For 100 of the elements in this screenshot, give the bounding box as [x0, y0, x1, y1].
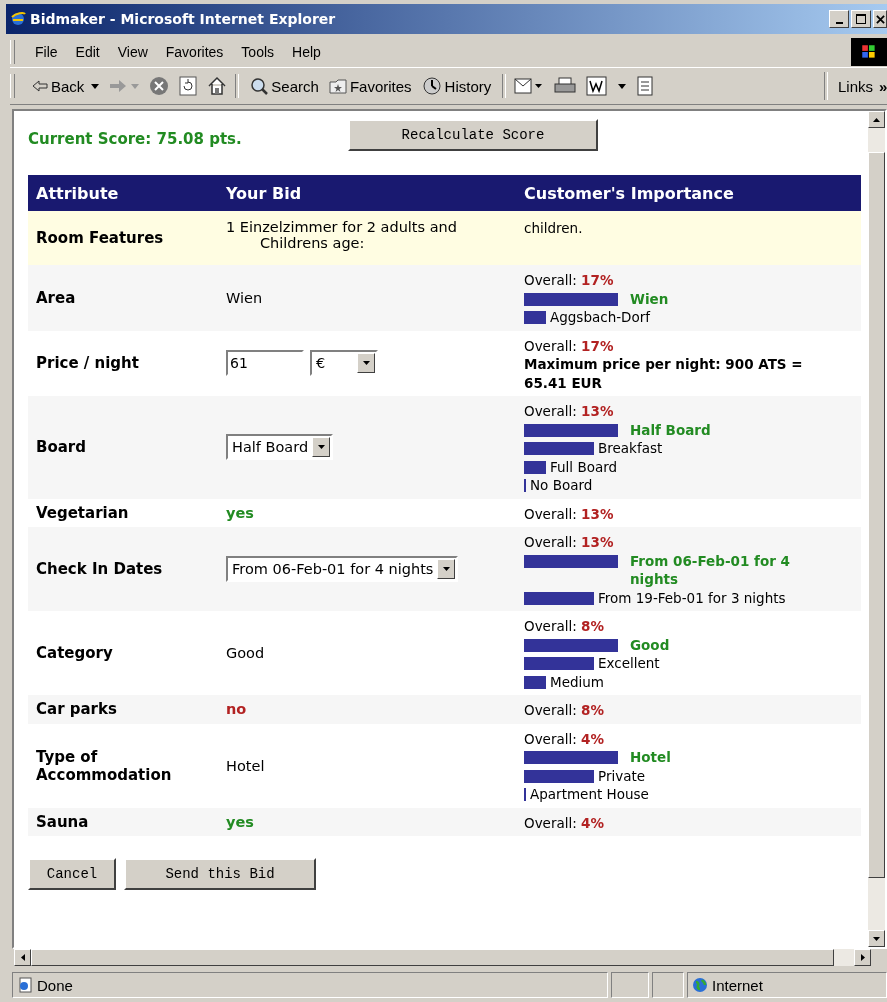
refresh-icon[interactable]: [179, 76, 198, 96]
star-folder-icon: [328, 78, 347, 94]
close-button[interactable]: [873, 10, 887, 28]
option-label: Aggsbach-Dorf: [550, 308, 651, 327]
search-icon: [250, 77, 269, 95]
globe-icon: [692, 977, 708, 993]
attribute-label: Vegetarian: [36, 503, 129, 522]
mail-icon[interactable]: [514, 76, 545, 96]
column-header: Customer's Importance: [516, 175, 861, 211]
bid-value: Good: [226, 645, 265, 661]
attribute-label: Category: [36, 644, 113, 662]
option-label: Apartment House: [530, 785, 649, 804]
menu-item[interactable]: Edit: [67, 44, 108, 60]
option-label: Excellent: [598, 654, 660, 673]
menu-item[interactable]: Tools: [233, 44, 283, 60]
back-button[interactable]: Back: [29, 77, 88, 95]
option-label: Hotel: [630, 748, 671, 767]
dropdown-arrow-icon: [362, 361, 370, 366]
bid-value: Hotel: [226, 757, 265, 774]
stop-icon[interactable]: [149, 76, 170, 96]
page-icon: [17, 977, 33, 993]
toolbar-button[interactable]: History: [418, 77, 495, 95]
bid-select[interactable]: From 06-Feb-01 for 4 nights: [226, 556, 459, 582]
printer-icon[interactable]: [554, 76, 577, 96]
send-bid-button[interactable]: Send this Bid: [124, 858, 316, 890]
horizontal-scrollbar[interactable]: [14, 949, 871, 966]
bid-text: 1 Einzelzimmer for 2 adults and: [226, 219, 458, 235]
recalculate-button[interactable]: Recalculate Score: [348, 119, 598, 151]
option-label: From 19-Feb-01 for 3 nights: [598, 588, 786, 607]
window-title: Bidmaker - Microsoft Internet Explorer: [30, 11, 337, 27]
overall-importance: Overall: 4%: [524, 813, 605, 832]
attribute-label: Car parks: [36, 700, 117, 719]
bid-text: Childrens age:: [259, 235, 366, 251]
scroll-right-icon[interactable]: [860, 954, 865, 961]
notepad-icon[interactable]: [636, 76, 655, 96]
bid-value: no: [226, 701, 247, 718]
option-label: Good: [630, 635, 670, 654]
toolbar-button[interactable]: Search: [247, 77, 322, 95]
bid-value: yes: [226, 504, 254, 521]
currency-select[interactable]: €: [310, 350, 378, 377]
close-icon: [876, 14, 885, 24]
overall-importance: Overall: 17%: [524, 271, 615, 290]
importance-bar: [524, 460, 546, 474]
attribute-label: Room Features: [36, 229, 164, 247]
dropdown-arrow-icon[interactable]: [91, 83, 100, 89]
overall-importance: Overall: 8%: [524, 701, 605, 720]
importance-bar: [524, 591, 594, 605]
status-panel: [611, 972, 649, 998]
windows-logo-icon: [851, 38, 887, 66]
price-input[interactable]: 61: [226, 350, 304, 377]
importance-bar: [524, 442, 594, 455]
browser-logo-icon: [10, 11, 26, 27]
vertical-scrollbar[interactable]: [868, 111, 885, 947]
links-button[interactable]: Links: [835, 77, 875, 95]
menu-item[interactable]: Favorites: [157, 44, 232, 60]
price-limit-text: Maximum price per night: 900 ATS = 65.41 EUR: [524, 355, 804, 392]
overall-importance: Overall: 4%: [524, 729, 605, 748]
bid-select[interactable]: Half Board: [226, 434, 334, 461]
importance-bar: [524, 311, 546, 324]
attribute-label: Board: [36, 438, 86, 457]
importance-bar: [524, 675, 546, 689]
menu-item[interactable]: File: [27, 44, 66, 60]
scroll-left-icon[interactable]: [20, 954, 25, 961]
attribute-label: Area: [36, 288, 76, 307]
attribute-label: Check In Dates: [36, 560, 163, 578]
overall-importance: Overall: 13%: [524, 504, 615, 523]
importance-bar: [524, 769, 594, 783]
option-label: Medium: [550, 672, 604, 691]
menu-item[interactable]: Help: [284, 44, 329, 60]
clock-icon: [421, 77, 442, 95]
status-text: Done: [12, 972, 608, 998]
overall-importance: Overall: 8%: [524, 617, 605, 636]
back-arrow-icon: [32, 80, 48, 92]
current-score: Current Score: 75.08 pts.: [28, 130, 243, 148]
option-label: Wien: [630, 289, 669, 308]
maximize-button[interactable]: [851, 10, 871, 28]
option-label: Private: [598, 766, 646, 785]
dropdown-arrow-icon: [317, 445, 325, 450]
option-label: No Board: [530, 476, 593, 495]
scroll-down-icon[interactable]: [873, 936, 880, 941]
attribute-label: Type of Accommodation: [36, 747, 172, 784]
option-label: Half Board: [630, 420, 711, 439]
overall-importance: Overall: 13%: [524, 402, 615, 421]
status-panel: [652, 972, 684, 998]
cancel-button[interactable]: Cancel: [28, 858, 116, 890]
column-header: Attribute: [28, 175, 218, 211]
document-edit-icon[interactable]: [586, 76, 609, 96]
overall-importance: Overall: 13%: [524, 533, 615, 552]
home-icon[interactable]: [207, 76, 228, 96]
option-label: Full Board: [550, 457, 618, 476]
bid-value: yes: [226, 813, 254, 830]
menu-item[interactable]: View: [109, 44, 156, 60]
bid-value: Wien: [226, 289, 263, 306]
more-button[interactable]: »: [879, 77, 887, 95]
toolbar-button[interactable]: Favorites: [325, 77, 415, 95]
bid-text: children.: [524, 220, 583, 236]
option-label: Breakfast: [598, 439, 663, 458]
scroll-up-icon[interactable]: [873, 117, 880, 122]
minimize-button[interactable]: [829, 10, 849, 28]
dropdown-arrow-icon[interactable]: [618, 83, 627, 89]
